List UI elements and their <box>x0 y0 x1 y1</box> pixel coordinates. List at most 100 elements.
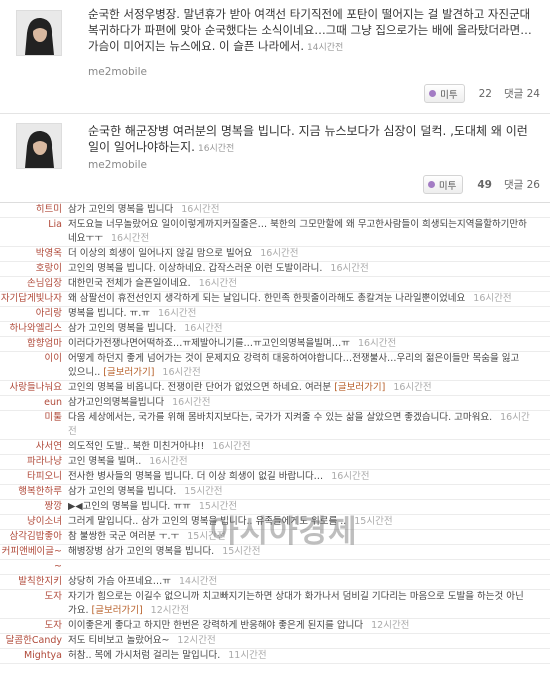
metoo-icon <box>427 181 435 188</box>
comment-author[interactable]: 도자 <box>0 619 68 633</box>
comment-author[interactable]: 짱깡 <box>0 500 68 514</box>
comment-author[interactable]: 도자 <box>0 590 68 618</box>
comment-time: 15시간전 <box>354 516 393 527</box>
comment-body: 자기가 힘으로는 이길수 없으니까 치고빠지기는하면 상대가 화가나서 덤비길 … <box>68 590 538 618</box>
comment-body: 왜 삼팔선이 휴전선인지 생각하게 되는 날입니다. 한민족 한핏줄이라해도 총… <box>68 292 538 306</box>
comment-author[interactable]: 발칙한지키 <box>0 575 68 589</box>
comment-author[interactable]: 삼각김밥좋아 <box>0 530 68 544</box>
comment-text: 고인의 명복을 비옵니다. 전쟁이란 단어가 없었으면 하네요. 여러분 <box>68 382 332 393</box>
comment-text: 전사한 병사들의 명복을 빕니다. 더 이상 희생이 없길 바랍니다… <box>68 471 324 482</box>
comment-body: 삼가 고인의 명복을 빕니다 16시간전 <box>68 203 538 217</box>
metoo-icon <box>429 90 437 97</box>
comment-author[interactable]: Mightya <box>0 649 68 663</box>
comment-author[interactable]: eun <box>0 396 68 410</box>
comment-read-more-link[interactable]: [글보러가기] <box>92 605 143 616</box>
comment-read-more-link[interactable]: [글보러가기] <box>334 382 385 393</box>
comment-row: Lia 저도요늘 너무놀랐어요 일이이렇게까지커질줄은… 북한의 그모만할에 왜 … <box>0 218 550 247</box>
metoo-label: 미투 <box>440 89 458 101</box>
comment-row: 달콤한Candy 저도 티비보고 놀랐어요~ 12시간전 <box>0 634 550 649</box>
post-actions: 미투 22 댓글 24 <box>424 84 540 103</box>
comment-time: 16시간전 <box>162 367 201 378</box>
comment-author[interactable]: 자기답게빛나자 <box>0 292 68 306</box>
comment-body: 명복을 빕니다. ㅠ.ㅠ 16시간전 <box>68 307 538 321</box>
comment-author[interactable]: ~ <box>0 560 68 574</box>
comment-row: 함향엄마 이러다가전쟁나면어떡하죠…ㅠ제발아니기를…ㅠ고인의명복을빌며…ㅠ 16시간… <box>0 337 550 352</box>
comment-text: 더 이상의 희생이 일어나지 않길 맘으로 빌어요 <box>68 248 253 259</box>
comment-author[interactable]: 사서연 <box>0 440 68 454</box>
comment-row: 파라나냥 고인 명복을 빌며.. 16시간전 <box>0 455 550 470</box>
comment-author[interactable]: Lia <box>0 218 68 246</box>
comment-text: 의도적인 도발.. 북한 미친거아냐!! <box>68 441 205 452</box>
avatar[interactable] <box>16 123 62 169</box>
comment-author[interactable]: 손님입장 <box>0 277 68 291</box>
comment-author[interactable]: 박영옥 <box>0 247 68 261</box>
comment-text: 왜 삼팔선이 휴전선인지 생각하게 되는 날입니다. 한민족 한핏줄이라해도 총… <box>68 293 466 304</box>
comment-author[interactable]: 함향엄마 <box>0 337 68 351</box>
comment-author[interactable]: 이이 <box>0 352 68 380</box>
comment-time: 16시간전 <box>181 204 220 215</box>
comment-author[interactable]: 히트미 <box>0 203 68 217</box>
comment-body: 허참.. 목에 가시처럼 걸리는 말입니다. 11시간전 <box>68 649 538 663</box>
comment-time: 11시간전 <box>228 650 267 661</box>
comment-author[interactable]: 파라나냥 <box>0 455 68 469</box>
comment-text: 삼가 고인의 명복을 빕니다. <box>68 486 177 497</box>
comment-text: 삼가고인의명복을빕니다 <box>68 397 165 408</box>
comment-row: 자기답게빛나자 왜 삼팔선이 휴전선인지 생각하게 되는 날입니다. 한민족 한핏… <box>0 292 550 307</box>
comment-author[interactable]: 타피오니 <box>0 470 68 484</box>
comment-time: 15시간전 <box>184 486 223 497</box>
comment-text: 상당히 가슴 아프네요…ㅠ <box>68 576 171 587</box>
comment-author[interactable]: 행복한하루 <box>0 485 68 499</box>
comment-body: 어떻게 하던지 좋게 넘어가는 것이 문제지요 강력히 대응하여야합니다…전쟁불… <box>68 352 538 380</box>
comment-row: 하나와엘리스 삼가 고인의 명복을 빕니다. 16시간전 <box>0 322 550 337</box>
comment-row: 타피오니 전사한 병사들의 명복을 빕니다. 더 이상 희생이 없길 바랍니다… 1… <box>0 470 550 485</box>
comment-body: 고인의 명복을 비옵니다. 전쟁이란 단어가 없었으면 하네요. 여러분 [글보… <box>68 381 538 395</box>
comment-row: Mightya 허참.. 목에 가시처럼 걸리는 말입니다. 11시간전 <box>0 649 550 664</box>
comment-row: 아리랑 명복을 빕니다. ㅠ.ㅠ 16시간전 <box>0 307 550 322</box>
reply-count[interactable]: 댓글 24 <box>504 86 540 101</box>
comment-read-more-link[interactable]: [글보러가기] <box>103 367 154 378</box>
comment-row: 미툴 다음 세상에서는, 국가를 위해 몸바치지보다는, 국가가 지켜줄 수 있는… <box>0 411 550 440</box>
comment-row: 호랑이 고인의 명복을 빕니다. 이상하네요. 갑작스러운 이런 도발이라니. 16… <box>0 262 550 277</box>
comment-body: 저도 티비보고 놀랐어요~ 12시간전 <box>68 634 538 648</box>
comment-time: 16시간전 <box>198 278 237 289</box>
comment-text: 고인의 명복을 빕니다. 이상하네요. 갑작스러운 이런 도발이라니. <box>68 263 323 274</box>
avatar[interactable] <box>16 10 62 56</box>
watermark: 아시아경제 <box>210 514 358 550</box>
comment-list: 히트미 삼가 고인의 명복을 빕니다 16시간전 Lia 저도요늘 너무놀랐어요 일이이… <box>0 203 550 664</box>
metoo-button[interactable]: 미투 <box>422 175 464 194</box>
comment-time: 14시간전 <box>178 576 218 587</box>
comment-body: 더 이상의 희생이 일어나지 않길 맘으로 빌어요 16시간전 <box>68 247 538 261</box>
post-text: 순국한 해군장병 여러분의 명복을 빕니다. 지금 뉴스보다가 심장이 덜컥. … <box>88 123 536 157</box>
post-time: 14시간전 <box>307 43 344 53</box>
comment-author[interactable]: 호랑이 <box>0 262 68 276</box>
comment-row: eun 삼가고인의명복을빕니다 16시간전 <box>0 396 550 411</box>
comment-text: 대한민국 전체가 슬픈일이네요. <box>68 278 191 289</box>
comment-author[interactable]: 아리랑 <box>0 307 68 321</box>
comment-time: 16시간전 <box>331 471 370 482</box>
comment-text: 허참.. 목에 가시처럼 걸리는 말입니다. <box>68 650 221 661</box>
comment-time: 16시간전 <box>149 456 188 467</box>
post-item: 순국한 서정우병장. 말년휴가 받아 여객선 타기직전에 포탄이 떨어지는 걸 … <box>0 0 550 114</box>
post-text: 순국한 서정우병장. 말년휴가 받아 여객선 타기직전에 포탄이 떨어지는 걸 … <box>88 6 536 56</box>
comment-author[interactable]: 하나와엘리스 <box>0 322 68 336</box>
comment-time: 12시간전 <box>371 620 410 631</box>
comment-body: 상당히 가슴 아프네요…ㅠ 14시간전 <box>68 575 538 589</box>
comment-body <box>68 560 538 574</box>
metoo-count[interactable]: 22 <box>479 88 492 100</box>
comment-author[interactable]: 사랑들나눠요 <box>0 381 68 395</box>
comment-time: 12시간전 <box>177 635 216 646</box>
comment-author[interactable]: 냥이소녀 <box>0 515 68 529</box>
comment-author[interactable]: 미툴 <box>0 411 68 439</box>
comment-text: 고인 명복을 빌며.. <box>68 456 142 467</box>
comment-time: 16시간전 <box>357 338 397 349</box>
comment-body: 전사한 병사들의 명복을 빕니다. 더 이상 희생이 없길 바랍니다… 16시간전 <box>68 470 538 484</box>
metoo-button[interactable]: 미투 <box>424 84 465 103</box>
comment-body: 다음 세상에서는, 국가를 위해 몸바치지보다는, 국가가 지켜줄 수 있는 삶… <box>68 411 538 439</box>
comment-text: 저도 티비보고 놀랐어요~ <box>68 635 170 646</box>
metoo-count[interactable]: 49 <box>477 179 492 191</box>
reply-count[interactable]: 댓글 26 <box>504 177 540 192</box>
comment-author[interactable]: 달콤한Candy <box>0 634 68 648</box>
comment-body: 삼가 고인의 명복을 빕니다. 16시간전 <box>68 322 538 336</box>
comment-time: 16시간전 <box>172 397 211 408</box>
comment-author[interactable]: 커피앤베이글~ <box>0 545 68 559</box>
